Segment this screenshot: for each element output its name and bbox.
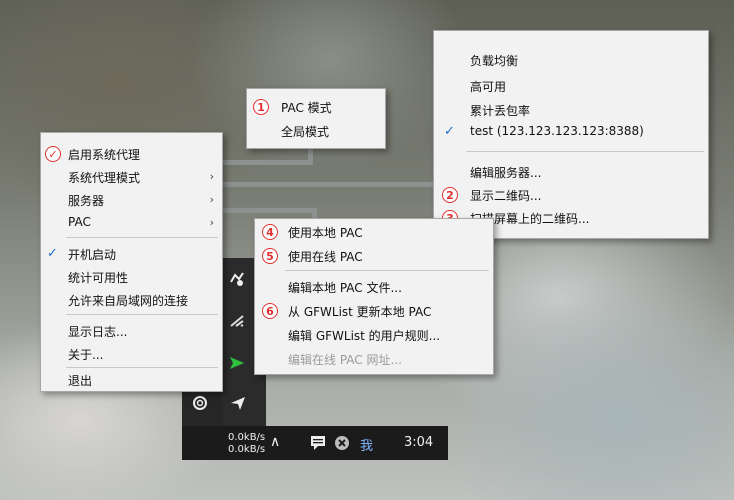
close-circle-icon[interactable] xyxy=(334,435,350,454)
menu-item-system-proxy-mode[interactable]: 系统代理模式 › xyxy=(41,166,222,188)
menu-separator xyxy=(285,270,489,271)
chevron-right-icon: › xyxy=(209,193,214,206)
menu-item-allow-lan[interactable]: 允许来自局域网的连接 xyxy=(41,289,222,311)
number-badge-4: 4 xyxy=(262,224,278,240)
submenu-proxy-mode: 1 PAC 模式 全局模式 xyxy=(246,88,386,149)
chevron-right-icon: › xyxy=(209,216,214,229)
ime-icon[interactable]: 我 xyxy=(360,435,373,454)
number-badge-6: 6 xyxy=(262,303,278,319)
menu-item-show-qrcode[interactable]: 2 显示二维码... xyxy=(434,184,708,206)
menu-item-update-pac-gfwlist[interactable]: 6 从 GFWList 更新本地 PAC xyxy=(255,300,493,322)
menu-item-edit-servers[interactable]: 编辑服务器... xyxy=(434,161,708,183)
menu-separator xyxy=(66,237,218,238)
wifi-icon[interactable] xyxy=(225,312,249,336)
chevron-right-icon: › xyxy=(209,170,214,183)
menu-item-use-online-pac[interactable]: 5 使用在线 PAC xyxy=(255,245,493,267)
menu-item-server-test[interactable]: ✓ test (123.123.123.123:8388) xyxy=(434,121,708,143)
show-hidden-icons-button[interactable]: ∧ xyxy=(270,434,280,450)
connector-line xyxy=(308,148,313,165)
menu-item-pac-mode[interactable]: 1 PAC 模式 xyxy=(247,96,385,118)
menu-item-show-log[interactable]: 显示日志... xyxy=(41,320,222,342)
menu-item-pac[interactable]: PAC › xyxy=(41,212,222,234)
menu-item-about[interactable]: 关于... xyxy=(41,343,222,365)
menu-item-edit-local-pac[interactable]: 编辑本地 PAC 文件... xyxy=(255,276,493,298)
menu-separator xyxy=(66,314,218,315)
shadowsocks-icon[interactable] xyxy=(225,270,249,294)
upload-speed: 0.0kB/s xyxy=(228,432,266,443)
submenu-pac: 4 使用本地 PAC 5 使用在线 PAC 编辑本地 PAC 文件... 6 从… xyxy=(254,218,494,375)
menu-item-packet-loss[interactable]: 累计丢包率 xyxy=(434,99,708,121)
download-speed: 0.0kB/s xyxy=(228,444,266,455)
number-badge-2: 2 xyxy=(442,187,458,203)
menu-item-high-availability[interactable]: 高可用 xyxy=(434,75,708,97)
connector-line xyxy=(220,182,435,187)
submenu-servers: 负载均衡 高可用 累计丢包率 ✓ test (123.123.123.123:8… xyxy=(433,30,709,239)
context-menu-main: ✓ 启用系统代理 系统代理模式 › 服务器 › PAC › ✓ 开机启动 统计可… xyxy=(40,132,223,392)
menu-item-enable-system-proxy[interactable]: ✓ 启用系统代理 xyxy=(41,143,222,165)
at-icon[interactable] xyxy=(188,394,212,418)
menu-item-exit[interactable]: 退出 xyxy=(41,369,222,391)
menu-item-servers[interactable]: 服务器 › xyxy=(41,189,222,211)
menu-item-start-on-boot[interactable]: ✓ 开机启动 xyxy=(41,243,222,265)
menu-separator xyxy=(66,367,218,368)
checked-badge-icon: ✓ xyxy=(45,146,61,162)
check-icon: ✓ xyxy=(47,246,58,261)
menu-item-load-balance[interactable]: 负载均衡 xyxy=(434,49,708,71)
message-icon[interactable] xyxy=(310,435,326,454)
connector-line xyxy=(220,208,315,213)
connector-line xyxy=(220,160,310,165)
menu-item-edit-gfwlist-rules[interactable]: 编辑 GFWList 的用户规则... xyxy=(255,324,493,346)
menu-item-availability-stats[interactable]: 统计可用性 xyxy=(41,266,222,288)
number-badge-1: 1 xyxy=(253,99,269,115)
menu-item-edit-online-pac-url: 编辑在线 PAC 网址... xyxy=(288,353,402,367)
check-icon: ✓ xyxy=(444,124,455,139)
taskbar: 0.0kB/s 0.0kB/s ∧ 我 3:04 xyxy=(182,426,448,460)
menu-item-global-mode[interactable]: 全局模式 xyxy=(247,120,385,142)
paper-plane-icon[interactable] xyxy=(226,394,250,418)
menu-item-use-local-pac[interactable]: 4 使用本地 PAC xyxy=(255,221,493,243)
send-icon[interactable] xyxy=(225,354,249,378)
menu-separator xyxy=(466,151,704,152)
number-badge-5: 5 xyxy=(262,248,278,264)
clock-time[interactable]: 3:04 xyxy=(404,435,433,450)
